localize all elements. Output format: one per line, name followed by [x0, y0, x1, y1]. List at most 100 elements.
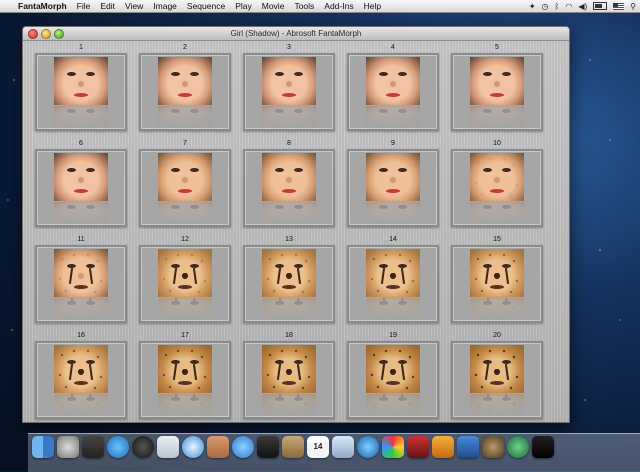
- frame-thumbnail[interactable]: [347, 341, 439, 419]
- frame-thumbnail[interactable]: [347, 53, 439, 131]
- zoom-button[interactable]: [54, 29, 64, 39]
- photo-icon[interactable]: [407, 436, 429, 458]
- frame-cell[interactable]: 9: [341, 139, 445, 227]
- menu-play[interactable]: Play: [235, 1, 252, 11]
- frame-cell[interactable]: 10: [445, 139, 549, 227]
- menu-app-name[interactable]: FantaMorph: [18, 1, 67, 11]
- window-titlebar[interactable]: Girl (Shadow) - Abrosoft FantaMorph: [23, 27, 569, 41]
- itunes-icon[interactable]: [357, 436, 379, 458]
- frame-thumbnail[interactable]: [139, 245, 231, 323]
- close-button[interactable]: [28, 29, 38, 39]
- us-flag-input-icon[interactable]: [613, 2, 625, 10]
- frame-thumbnail[interactable]: [139, 341, 231, 419]
- mail-icon[interactable]: [157, 436, 179, 458]
- frame-thumbnail[interactable]: [451, 53, 543, 131]
- morph-face-image: [470, 249, 524, 297]
- window-controls: [28, 29, 64, 39]
- time-machine-icon[interactable]: [507, 436, 529, 458]
- frame-thumbnail[interactable]: [35, 341, 127, 419]
- menu-movie[interactable]: Movie: [262, 1, 285, 11]
- frame-thumbnail[interactable]: [243, 149, 335, 227]
- morph-face-image: [366, 249, 420, 297]
- menu-help[interactable]: Help: [364, 1, 381, 11]
- dock-icons: 14: [32, 436, 554, 458]
- frame-number: 15: [493, 236, 501, 243]
- fantamorph-icon[interactable]: [207, 436, 229, 458]
- battery-icon[interactable]: [593, 2, 608, 10]
- menu-image[interactable]: Image: [153, 1, 177, 11]
- frame-cell[interactable]: 2: [133, 43, 237, 131]
- face-reflection: [262, 298, 316, 320]
- frame-thumbnail[interactable]: [347, 245, 439, 323]
- terminal-icon[interactable]: [532, 436, 554, 458]
- wifi-icon[interactable]: ◠: [565, 2, 572, 11]
- gear-icon[interactable]: ✦: [529, 2, 536, 11]
- safari-icon[interactable]: [182, 436, 204, 458]
- frame-thumbnail[interactable]: [243, 53, 335, 131]
- frame-thumbnail[interactable]: [35, 53, 127, 131]
- menu-add-ins[interactable]: Add-Ins: [324, 1, 353, 11]
- instruments-icon[interactable]: [482, 436, 504, 458]
- dashboard-icon[interactable]: [132, 436, 154, 458]
- photo-booth-icon[interactable]: [382, 436, 404, 458]
- frame-number: 16: [77, 332, 85, 339]
- preview-icon[interactable]: [332, 436, 354, 458]
- frame-thumbnail[interactable]: [347, 149, 439, 227]
- frame-cell[interactable]: 16: [29, 331, 133, 419]
- xcode-icon[interactable]: [457, 436, 479, 458]
- frame-cell[interactable]: 20: [445, 331, 549, 419]
- bluetooth-icon[interactable]: ᛒ: [555, 2, 560, 11]
- menu-sequence[interactable]: Sequence: [187, 1, 225, 11]
- iphoto-icon[interactable]: [432, 436, 454, 458]
- frame-thumbnail[interactable]: [139, 53, 231, 131]
- frame-thumbnail[interactable]: [243, 245, 335, 323]
- frame-cell[interactable]: 4: [341, 43, 445, 131]
- frame-cell[interactable]: 11: [29, 235, 133, 323]
- address-book-icon[interactable]: [282, 436, 304, 458]
- frame-thumbnail[interactable]: [451, 245, 543, 323]
- ichat-icon[interactable]: [232, 436, 254, 458]
- frame-thumbnail[interactable]: [243, 341, 335, 419]
- face-reflection: [158, 298, 212, 320]
- calendar-icon[interactable]: 14: [307, 436, 329, 458]
- face-reflection: [54, 106, 108, 128]
- face-reflection: [262, 202, 316, 224]
- finder-icon[interactable]: [32, 436, 54, 458]
- menu-tools[interactable]: Tools: [294, 1, 314, 11]
- frame-thumbnail[interactable]: [35, 245, 127, 323]
- frame-number: 4: [391, 44, 395, 51]
- menu-edit[interactable]: Edit: [100, 1, 115, 11]
- time-machine-icon[interactable]: ◷: [542, 2, 549, 11]
- face-reflection: [366, 298, 420, 320]
- frame-cell[interactable]: 12: [133, 235, 237, 323]
- frame-cell[interactable]: 15: [445, 235, 549, 323]
- frame-cell[interactable]: 19: [341, 331, 445, 419]
- frame-cell[interactable]: 17: [133, 331, 237, 419]
- volume-icon[interactable]: ◀): [578, 2, 587, 11]
- frame-number: 8: [287, 140, 291, 147]
- frame-cell[interactable]: 13: [237, 235, 341, 323]
- menu-file[interactable]: File: [77, 1, 91, 11]
- facetime-icon[interactable]: [257, 436, 279, 458]
- frame-cell[interactable]: 6: [29, 139, 133, 227]
- frame-number: 1: [79, 44, 83, 51]
- frame-cell[interactable]: 7: [133, 139, 237, 227]
- app-store-icon[interactable]: [107, 436, 129, 458]
- frame-thumbnail[interactable]: [35, 149, 127, 227]
- frame-cell[interactable]: 8: [237, 139, 341, 227]
- menu-view[interactable]: View: [125, 1, 143, 11]
- launchpad-icon[interactable]: [57, 436, 79, 458]
- frame-cell[interactable]: 1: [29, 43, 133, 131]
- frame-cell[interactable]: 18: [237, 331, 341, 419]
- frame-cell[interactable]: 14: [341, 235, 445, 323]
- face-reflection: [366, 394, 420, 416]
- frame-number: 9: [391, 140, 395, 147]
- frame-thumbnail[interactable]: [451, 341, 543, 419]
- frame-cell[interactable]: 3: [237, 43, 341, 131]
- frame-thumbnail[interactable]: [139, 149, 231, 227]
- mission-control-icon[interactable]: [82, 436, 104, 458]
- frame-thumbnail[interactable]: [451, 149, 543, 227]
- minimize-button[interactable]: [41, 29, 51, 39]
- spotlight-search-icon[interactable]: ⚲: [630, 2, 636, 11]
- frame-cell[interactable]: 5: [445, 43, 549, 131]
